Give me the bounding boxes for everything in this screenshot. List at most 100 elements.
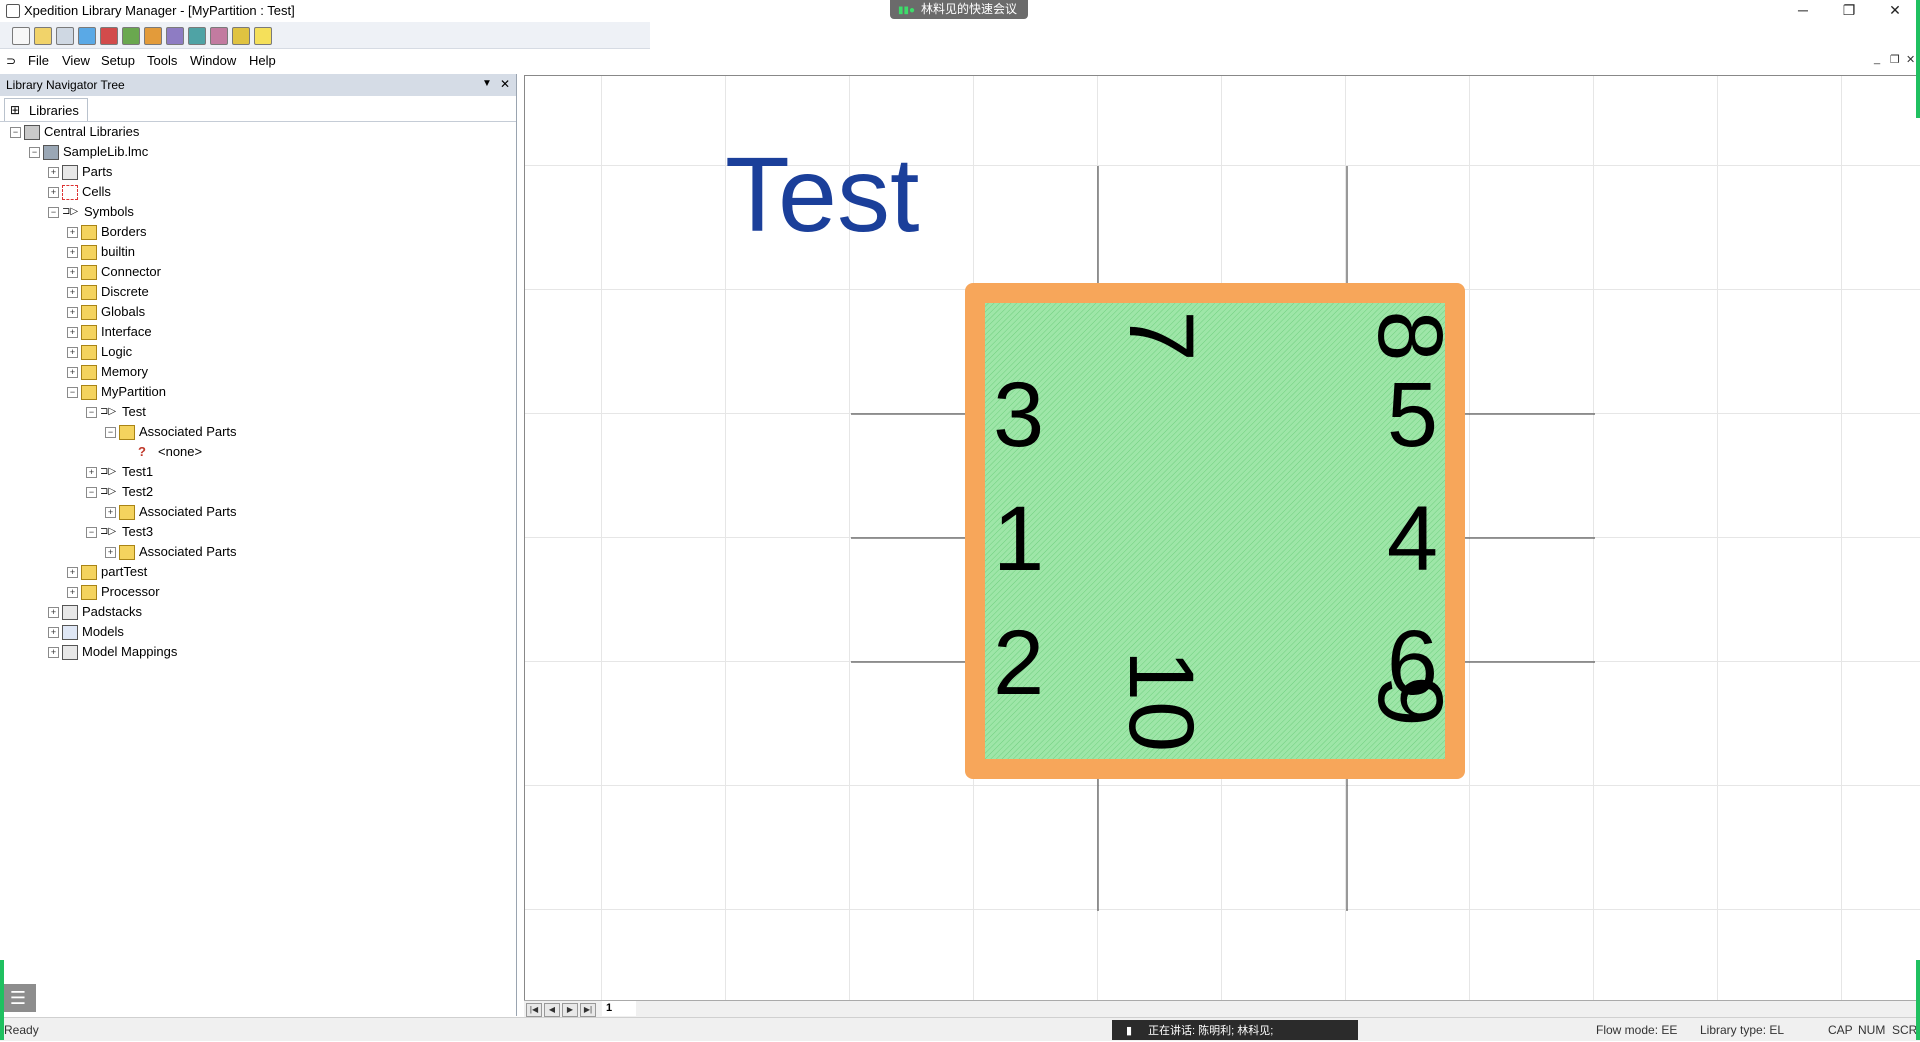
collapse-icon[interactable]: − [29, 147, 40, 158]
unknown-icon: ? [138, 444, 146, 459]
expand-icon[interactable]: + [67, 287, 78, 298]
menu-setup[interactable]: Setup [101, 53, 135, 68]
expand-icon[interactable]: + [48, 607, 59, 618]
first-sheet-button[interactable]: |◀ [526, 1003, 542, 1017]
expand-icon[interactable]: + [67, 227, 78, 238]
minimize-button[interactable]: ─ [1780, 0, 1826, 22]
tree-node-memory[interactable]: + Memory [67, 362, 480, 382]
expand-icon[interactable]: + [67, 587, 78, 598]
tree-node-mypartition[interactable]: − MyPartition [67, 382, 480, 402]
status-text: Ready [4, 1023, 39, 1037]
tree-node-connector[interactable]: + Connector [67, 262, 480, 282]
expand-icon[interactable]: + [105, 547, 116, 558]
help-icon[interactable] [254, 27, 272, 45]
expand-icon[interactable]: + [48, 187, 59, 198]
expand-icon[interactable]: + [67, 247, 78, 258]
menu-tools[interactable]: Tools [147, 53, 177, 68]
new-icon[interactable] [12, 27, 30, 45]
pin-label-bottom: 10 [1110, 650, 1212, 752]
tree-node-central-libraries[interactable]: − Central Libraries [10, 122, 480, 142]
padstack-icon[interactable] [166, 27, 184, 45]
verify-icon[interactable] [78, 27, 96, 45]
folder-icon [81, 285, 97, 300]
tree-node-borders[interactable]: + Borders [67, 222, 480, 242]
tree-node-samplelib-lmc[interactable]: − SampleLib.lmc [29, 142, 480, 162]
part-editor-icon[interactable] [100, 27, 118, 45]
list-menu-icon[interactable]: ☰ [0, 984, 36, 1012]
tree-node-test[interactable]: − ⊐▷ Test [86, 402, 480, 422]
expand-icon[interactable]: + [67, 567, 78, 578]
symbol-icon: ⊐▷ [100, 486, 117, 497]
tree-node-discrete[interactable]: + Discrete [67, 282, 480, 302]
collapse-icon[interactable]: − [86, 487, 97, 498]
tree-node-interface[interactable]: + Interface [67, 322, 480, 342]
menu-file[interactable]: File [28, 53, 49, 68]
close-button[interactable]: ✕ [1872, 0, 1918, 22]
expand-icon[interactable]: + [67, 267, 78, 278]
tree-node-logic[interactable]: + Logic [67, 342, 480, 362]
symbol-icon: ⊐▷ [100, 526, 117, 537]
property-icon[interactable] [232, 27, 250, 45]
expand-icon[interactable]: + [67, 347, 78, 358]
collapse-icon[interactable]: − [10, 127, 21, 138]
tree-node-builtin[interactable]: + builtin [67, 242, 480, 262]
expand-icon[interactable]: + [67, 307, 78, 318]
close-icon[interactable]: ✕ [500, 77, 510, 91]
sheet-tab[interactable]: 1 [602, 1001, 636, 1016]
open-icon[interactable] [34, 27, 52, 45]
dropdown-icon[interactable]: ▼ [482, 78, 492, 89]
maximize-button[interactable]: ❐ [1826, 0, 1872, 22]
toolbar [0, 22, 650, 49]
speaking-text: 正在讲话: 陈明利; 林科见; [1148, 1025, 1274, 1037]
folder-icon [81, 265, 97, 280]
expand-icon[interactable]: + [48, 167, 59, 178]
tree-node-test2[interactable]: − ⊐▷ Test2 [86, 482, 480, 502]
menu-help[interactable]: Help [249, 53, 276, 68]
partition-icon[interactable] [188, 27, 206, 45]
tree-node-padstacks[interactable]: + Padstacks [48, 602, 480, 622]
tree-node-globals[interactable]: + Globals [67, 302, 480, 322]
mdi-close-button[interactable]: ✕ [1906, 53, 1915, 66]
collapse-icon[interactable]: − [86, 407, 97, 418]
tree-node-symbols[interactable]: − ⊐▷ Symbols [48, 202, 480, 222]
tree-node-associated-parts[interactable]: + Associated Parts [105, 542, 480, 562]
tree-node-cells[interactable]: + Cells [48, 182, 480, 202]
pin-label-top: 8 [1359, 310, 1461, 361]
cell-editor-icon[interactable] [122, 27, 140, 45]
tab-libraries[interactable]: ⊞ Libraries [4, 98, 88, 121]
tree-node-associated-parts[interactable]: + Associated Parts [105, 502, 480, 522]
collapse-icon[interactable]: − [105, 427, 116, 438]
mdi-minimize-button[interactable]: _ [1874, 53, 1880, 65]
menu-view[interactable]: View [62, 53, 90, 68]
tree-node-models[interactable]: + Models [48, 622, 480, 642]
tree-node-associated-parts[interactable]: − Associated Parts [105, 422, 480, 442]
expand-icon[interactable]: + [67, 367, 78, 378]
expand-icon[interactable]: + [86, 467, 97, 478]
next-sheet-button[interactable]: ▶ [562, 1003, 578, 1017]
expand-icon[interactable]: + [48, 627, 59, 638]
mdi-restore-button[interactable]: ❐ [1890, 53, 1900, 66]
expand-icon[interactable]: + [48, 647, 59, 658]
meeting-indicator[interactable]: ▮▮● 林料见的快速会议 [890, 0, 1028, 19]
expand-icon[interactable]: + [67, 327, 78, 338]
last-sheet-button[interactable]: ▶| [580, 1003, 596, 1017]
associated-parts-icon [119, 425, 135, 440]
tree-node-processor[interactable]: + Processor [67, 582, 480, 602]
tree-node-parttest[interactable]: + partTest [67, 562, 480, 582]
symbol-canvas[interactable]: Test 3 1 2 5 4 6 7 8 10 9 [524, 75, 1920, 1002]
expand-icon[interactable]: + [105, 507, 116, 518]
tree-node-test3[interactable]: − ⊐▷ Test3 [86, 522, 480, 542]
collapse-icon[interactable]: − [67, 387, 78, 398]
associated-parts-icon [119, 505, 135, 520]
search-icon[interactable] [56, 27, 74, 45]
symbol-editor-icon[interactable] [144, 27, 162, 45]
tree-node-model-mappings[interactable]: + Model Mappings [48, 642, 480, 662]
menu-window[interactable]: Window [190, 53, 236, 68]
tree-node--none-[interactable]: ? <none> [124, 442, 480, 462]
tree-node-parts[interactable]: + Parts [48, 162, 480, 182]
collapse-icon[interactable]: − [86, 527, 97, 538]
tree-node-test1[interactable]: + ⊐▷ Test1 [86, 462, 480, 482]
prev-sheet-button[interactable]: ◀ [544, 1003, 560, 1017]
collapse-icon[interactable]: − [48, 207, 59, 218]
tool-icon[interactable] [210, 27, 228, 45]
